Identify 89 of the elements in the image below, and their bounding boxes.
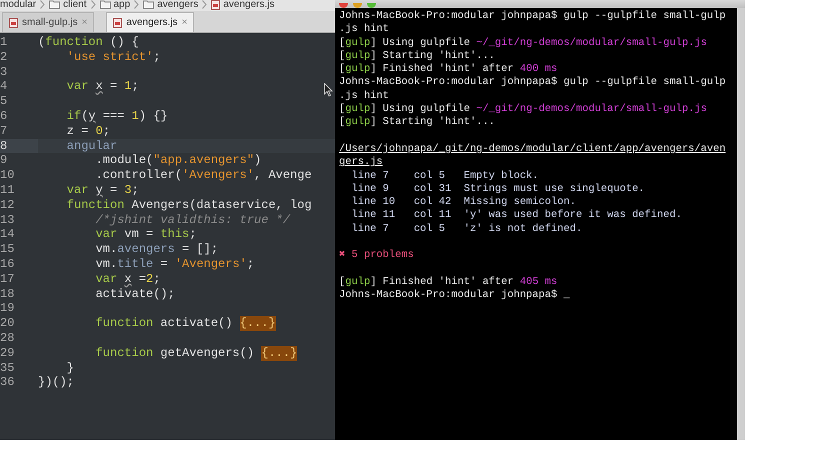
terminal-line: .js hint	[339, 90, 390, 104]
code-line: function Avengers(dataservice, log	[66, 198, 312, 213]
file-icon	[211, 0, 220, 10]
code-line: var vm = this;	[94, 227, 196, 242]
terminal-line: line 7 col 5 Empty block.	[350, 170, 540, 183]
line-number: 29	[0, 346, 16, 361]
code-line: function activate()	[94, 316, 234, 331]
tab-label: avengers.js	[126, 16, 178, 30]
file-icon	[113, 18, 122, 28]
terminal-line: [gulp] Using gulpfile ~/_git/ng-demos/modular/small-gulp.js	[339, 36, 708, 50]
code-line: var y = 3;	[66, 182, 139, 198]
line-number: 36	[0, 375, 16, 390]
line-number: 10	[0, 168, 16, 183]
breadcrumb-item[interactable]: avengers.js	[223, 0, 274, 11]
code-line: }	[66, 360, 74, 376]
breadcrumb-item[interactable]: app	[114, 0, 130, 11]
line-number: 16	[0, 256, 16, 272]
terminal-line: .js hint	[339, 23, 390, 37]
code-line: (function () {	[38, 35, 139, 50]
terminal-line: gers.js	[339, 156, 384, 170]
code-line: vm.avengers = [];	[94, 242, 218, 257]
folder-icon	[100, 0, 110, 9]
code-line: .controller('Avengers', Avenge	[94, 168, 312, 183]
chevron-icon	[90, 0, 96, 9]
terminal-line: /Users/johnpapa/_git/ng-demos/modular/client/app/avengers/aven	[339, 142, 727, 156]
terminal-line: line 10 col 42 Missing semicolon.	[350, 196, 577, 210]
file-tab[interactable]: avengers.js ×	[106, 12, 194, 32]
folder-icon	[49, 0, 60, 9]
minimize-icon[interactable]	[353, 3, 362, 8]
line-number: 17	[0, 272, 16, 287]
line-number: 12	[0, 198, 16, 213]
code-line: /*jshint validthis: true */	[94, 212, 290, 228]
chevron-icon	[134, 0, 140, 9]
line-number: 13	[0, 212, 16, 228]
folded-code-marker[interactable]: {...}	[240, 316, 276, 331]
folded-code-marker[interactable]: {...}	[261, 346, 298, 361]
terminal-line: [gulp] Starting 'hint'...	[339, 116, 496, 130]
line-number: 8	[0, 138, 38, 154]
code-line: .module("app.avengers")	[94, 153, 262, 168]
line-number: 14	[0, 227, 16, 242]
code-line: function getAvengers()	[94, 346, 256, 361]
terminal-line: [gulp] Starting 'hint'...	[339, 50, 496, 64]
line-number: 3	[0, 64, 8, 80]
line-number: 2	[0, 50, 8, 65]
code-line: })();	[38, 375, 74, 390]
terminal-line: ✖ 5 problems	[339, 249, 415, 263]
line-number: 35	[0, 360, 16, 376]
scroll-bar[interactable]	[737, 8, 745, 440]
terminal-line: Johns-MacBook-Pro:modular johnpapa$ gulp --gulpfile small-gulp	[339, 10, 727, 24]
chevron-icon	[40, 0, 46, 9]
code-line: var x =2;	[94, 272, 160, 287]
terminal-line: line 11 col 11 'y' was used before it was defined.	[350, 209, 683, 223]
code-line: vm.title = 'Avengers';	[94, 256, 254, 272]
line-number: 18	[0, 286, 16, 302]
terminal-line: [gulp] Finished 'hint' after 400 ms	[339, 63, 558, 76]
terminal-line: line 9 col 31 Strings must use singlequote.	[350, 182, 646, 196]
terminal-line: line 7 col 5 'z' is not defined.	[350, 222, 584, 236]
line-number: 11	[0, 182, 16, 198]
breadcrumb-item[interactable]: avengers	[157, 0, 198, 11]
terminal-line: Johns-MacBook-Pro:modular johnpapa$ gulp --gulpfile small-gulp	[339, 76, 727, 90]
line-number: 28	[0, 330, 16, 346]
code-line: 'use strict';	[66, 50, 160, 65]
maximize-icon[interactable]	[367, 3, 376, 8]
line-number: 5	[0, 94, 8, 109]
code-line: if(y === 1) {}	[66, 108, 168, 124]
folder-icon	[143, 0, 154, 9]
line-number: 15	[0, 242, 16, 257]
file-tab[interactable]: small-gulp.js ×	[2, 12, 94, 32]
line-number: 20	[0, 316, 16, 331]
line-number: 4	[0, 79, 8, 94]
code-line: var x = 1;	[66, 79, 139, 94]
breadcrumb-item[interactable]: client	[63, 0, 86, 11]
terminal-line: [gulp] Using gulpfile ~/_git/ng-demos/modular/small-gulp.js	[339, 103, 708, 116]
chevron-icon	[202, 0, 208, 9]
line-number: 7	[0, 124, 8, 139]
terminal-line: [gulp] Finished 'hint' after 405 ms	[339, 276, 558, 290]
close-icon[interactable]	[339, 3, 348, 8]
terminal-line: Johns-MacBook-Pro:modular johnpapa$ _	[339, 289, 571, 303]
code-line: z = 0;	[66, 124, 110, 139]
code-line: activate();	[94, 286, 175, 302]
line-number: 1	[0, 35, 8, 50]
code-line: angular	[66, 138, 118, 154]
tab-label: small-gulp.js	[22, 16, 78, 30]
line-number: 9	[0, 153, 8, 168]
mouse-pointer-icon	[324, 83, 333, 97]
file-icon	[9, 18, 18, 28]
line-number: 19	[0, 301, 16, 316]
line-number: 6	[0, 108, 8, 124]
breadcrumb-item[interactable]: modular	[0, 0, 36, 11]
